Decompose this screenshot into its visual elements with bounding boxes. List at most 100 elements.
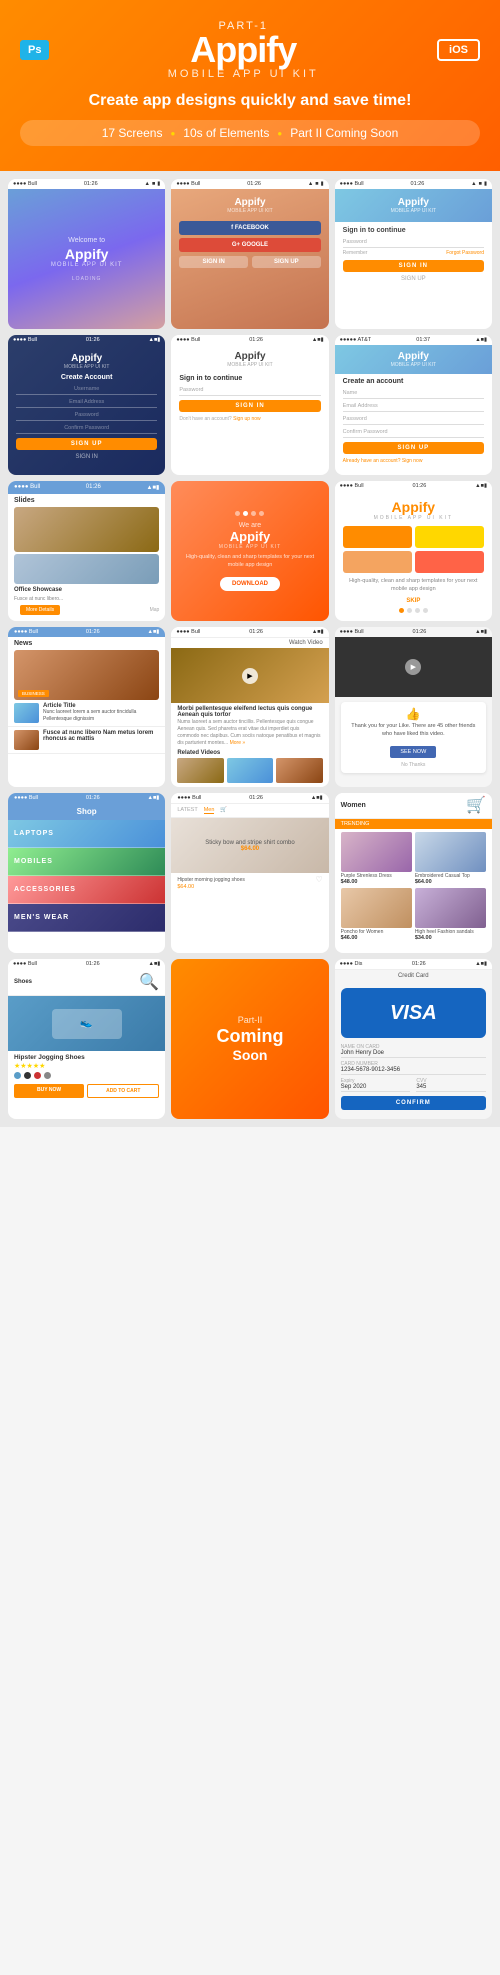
- sign-buttons: SIGN IN SIGN UP: [179, 256, 320, 268]
- part-label-cs: Part-II: [238, 1015, 263, 1025]
- like-play-btn[interactable]: ▶: [405, 659, 421, 675]
- trending-label: TRENDING: [341, 821, 486, 827]
- women-products: Purple Strenless Dress $48.00 Embroidere…: [335, 829, 492, 944]
- dark-title: Create Account: [16, 374, 157, 381]
- signup-link[interactable]: SIGN UP: [343, 276, 484, 282]
- sign-up-btn[interactable]: SIGN UP: [252, 256, 321, 268]
- cvv-value[interactable]: 345: [416, 1084, 486, 1092]
- screen-news: ●●●● Bull 01:26 ▲■▮ News BUSINESS Articl…: [8, 627, 165, 787]
- color-red[interactable]: [34, 1072, 41, 1079]
- more-details-btn[interactable]: More Details: [20, 605, 60, 615]
- cart-icon-women[interactable]: 🛒: [466, 795, 486, 815]
- men-item-name: Sticky bow and stripe shirt combo: [205, 840, 294, 846]
- header-top: Ps PART-1 Appify MOBILE APP UI KIT iOS: [20, 20, 480, 80]
- signup-dark-btn[interactable]: SIGN UP: [16, 438, 157, 450]
- confirm-btn[interactable]: CONFIRM: [341, 1096, 486, 1110]
- tab-latest[interactable]: LATEST: [177, 807, 197, 814]
- expiry-value[interactable]: Sep 2020: [341, 1084, 411, 1092]
- social-brand: Appify: [179, 197, 320, 208]
- shoe-header: Shoes 🔍: [8, 969, 165, 996]
- splash-content: Welcome to Appify MOBILE APP UI KIT LOAD…: [8, 189, 165, 329]
- video-desc: Nums laoreet a sem auctor tincillis. Pel…: [171, 719, 328, 747]
- password-field-dark[interactable]: Password: [16, 410, 157, 421]
- women-item-1[interactable]: Purple Strenless Dress $48.00: [341, 832, 412, 885]
- tab-men[interactable]: Men: [204, 807, 215, 814]
- news-item-1[interactable]: Article Title Nunc laoreet lorem a sem a…: [8, 700, 165, 727]
- news-item-2[interactable]: Fusce at nunc libero Nam metus lorem rho…: [8, 727, 165, 754]
- mens-category[interactable]: MEN'S WEAR: [8, 904, 165, 932]
- vid-thumb-1[interactable]: [177, 758, 223, 783]
- women-item-2[interactable]: Embroidered Casual Top $64.00: [415, 832, 486, 885]
- vid-thumb-2[interactable]: [227, 758, 273, 783]
- white-signin-btn[interactable]: SIGN IN: [179, 400, 320, 412]
- laptops-category[interactable]: LAPTOPS: [8, 820, 165, 848]
- sign-now-link[interactable]: Sign now: [402, 458, 423, 464]
- signup-white-btn[interactable]: SIGN UP: [343, 442, 484, 454]
- white-password[interactable]: Password: [179, 385, 320, 396]
- video-thumbs: [171, 758, 328, 783]
- like-status: ●●●● Bull 01:26 ▲■▮: [335, 627, 492, 637]
- status-bar-6: ●●●●● AT&T 01:37 ▲■▮: [335, 335, 492, 345]
- news-hero-img: BUSINESS: [14, 650, 159, 700]
- signin-btn[interactable]: SIGN IN: [343, 260, 484, 272]
- color-grey[interactable]: [44, 1072, 51, 1079]
- signin-title: Sign in to continue: [343, 227, 484, 234]
- shop-title: Shop: [14, 807, 159, 816]
- slide-desc: Fusce at nunc libero...: [8, 596, 165, 603]
- download-btn[interactable]: DOWNLOAD: [220, 577, 280, 591]
- tagline: Create app designs quickly and save time…: [20, 92, 480, 110]
- status-bar-1: ●●●● Bull 01:26 ▲■▮: [8, 179, 165, 189]
- number-value[interactable]: 1234-5678-9012-3456: [341, 1067, 486, 1075]
- shoe-search-icon[interactable]: 🔍: [139, 972, 159, 992]
- brand-subtitle: MOBILE APP UI KIT: [168, 68, 319, 80]
- accessories-category[interactable]: ACCESSORIES: [8, 876, 165, 904]
- news-label: News: [8, 637, 165, 650]
- white-brand: Appify: [179, 351, 320, 362]
- username-field[interactable]: Username: [16, 384, 157, 395]
- buy-now-btn[interactable]: BUY NOW: [14, 1084, 84, 1098]
- heart-icon[interactable]: ♡: [315, 875, 322, 884]
- shop-status: ●●●● Bull 01:26 ▲■▮: [8, 793, 165, 803]
- visa-card-hero: VISA: [341, 988, 486, 1038]
- women-price-3: $46.00: [341, 935, 412, 941]
- confirm-field[interactable]: Confirm Password: [16, 423, 157, 434]
- password-field[interactable]: Password: [343, 237, 484, 248]
- email-field[interactable]: Email Address: [16, 397, 157, 408]
- color-black[interactable]: [24, 1072, 31, 1079]
- ps-badge: Ps: [20, 40, 49, 60]
- women-item-4[interactable]: High heel Fashion sandals $34.00: [415, 888, 486, 941]
- shop-categories: LAPTOPS MOBILES ACCESSORIES MEN'S WEAR: [8, 820, 165, 932]
- mobiles-category[interactable]: MOBILES: [8, 848, 165, 876]
- facebook-btn[interactable]: f FACEBOOK: [179, 221, 320, 235]
- remember-label: Remember: [343, 250, 368, 256]
- play-btn[interactable]: ▶: [242, 668, 258, 684]
- google-btn[interactable]: G+ GOOGLE: [179, 238, 320, 252]
- signup-now-link[interactable]: Sign up now: [233, 416, 261, 422]
- credit-card-label: Credit Card: [335, 970, 492, 982]
- cart-icon[interactable]: 🛒: [220, 807, 227, 814]
- thumb-icon: 👍: [346, 707, 481, 721]
- sign-in-btn[interactable]: SIGN IN: [179, 256, 248, 268]
- confirm-field-w[interactable]: Confirm Password: [343, 427, 484, 438]
- coming-title: Coming: [216, 1027, 283, 1047]
- men-nav: LATEST Men 🛒: [171, 804, 328, 818]
- password-field-w[interactable]: Password: [343, 414, 484, 425]
- mens-label: MEN'S WEAR: [14, 914, 69, 921]
- color-blue[interactable]: [14, 1072, 21, 1079]
- women-price-2: $64.00: [415, 879, 486, 885]
- name-value[interactable]: John Henry Doe: [341, 1050, 486, 1058]
- signin-dark-link[interactable]: SIGN IN: [16, 454, 157, 460]
- forgot-link[interactable]: Forgot Password: [446, 250, 484, 256]
- icon-box-3: [343, 551, 412, 573]
- dot1: ●: [170, 129, 175, 138]
- add-to-cart-btn[interactable]: ADD TO CART: [87, 1084, 159, 1098]
- no-thanks-btn[interactable]: No Thanks: [346, 762, 481, 768]
- name-field[interactable]: Name: [343, 388, 484, 399]
- email-field-w[interactable]: Email Address: [343, 401, 484, 412]
- see-now-btn[interactable]: SEE NOW: [390, 746, 436, 758]
- like-card: 👍 Thank you for your Like. There are 45 …: [341, 702, 486, 773]
- video-status: ●●●● Bull 01:26 ▲■▮: [171, 627, 328, 638]
- women-item-3[interactable]: Poncho for Women $46.00: [341, 888, 412, 941]
- we-are-label: We are: [239, 522, 261, 529]
- vid-thumb-3[interactable]: [276, 758, 322, 783]
